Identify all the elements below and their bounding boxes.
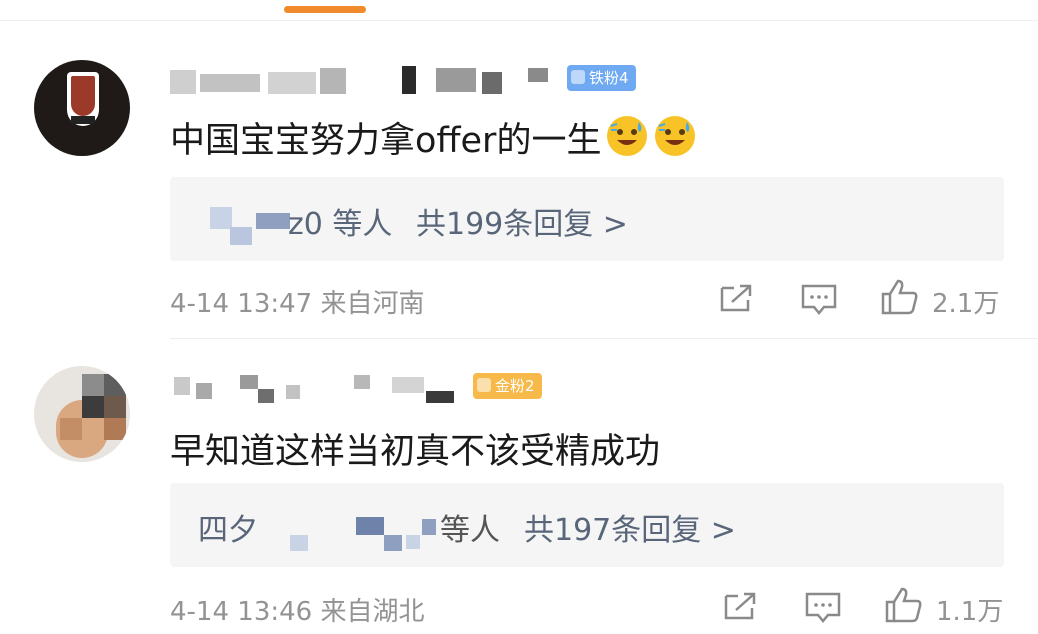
like-count: 2.1万 [932, 289, 1000, 319]
avatar[interactable] [34, 366, 130, 462]
comment-divider [170, 338, 1038, 339]
like-icon[interactable] [884, 586, 924, 628]
fan-badge[interactable]: 铁粉4 [567, 65, 636, 91]
like-icon[interactable] [880, 278, 920, 320]
comment-icon[interactable] [804, 591, 842, 629]
reply-preview[interactable]: z0 等人 共199条回复 > [170, 177, 1004, 261]
badge-icon [477, 378, 491, 392]
reply-preview[interactable]: 四夕 等人 共197条回复 > [170, 483, 1004, 567]
grinning-sweat-emoji [653, 114, 697, 158]
active-tab-indicator [284, 6, 366, 13]
grinning-sweat-emoji [605, 114, 649, 158]
share-icon[interactable] [718, 282, 754, 318]
reply-prefix[interactable]: z0 等人 [288, 199, 392, 243]
badge-icon [571, 70, 585, 84]
username[interactable] [170, 66, 550, 94]
top-divider [0, 20, 1038, 21]
comment-text: 中国宝宝努力拿offer的一生 [170, 112, 697, 163]
reply-suffix[interactable]: 等人 [440, 505, 500, 549]
reply-count-link[interactable]: 共199条回复 > [416, 199, 628, 243]
reply-prefix[interactable]: 四夕 [198, 505, 258, 549]
username[interactable] [170, 373, 470, 403]
comment-icon[interactable] [800, 283, 838, 321]
comment-text: 早知道这样当初真不该受精成功 [170, 432, 661, 472]
like-count: 1.1万 [936, 597, 1004, 627]
fan-badge[interactable]: 金粉2 [473, 373, 542, 399]
comment-meta: 4-14 13:47 来自河南 [170, 289, 425, 319]
share-icon[interactable] [722, 590, 758, 626]
reply-count-link[interactable]: 共197条回复 > [524, 505, 736, 549]
comment-meta: 4-14 13:46 来自湖北 [170, 597, 425, 627]
avatar[interactable] [34, 60, 130, 156]
